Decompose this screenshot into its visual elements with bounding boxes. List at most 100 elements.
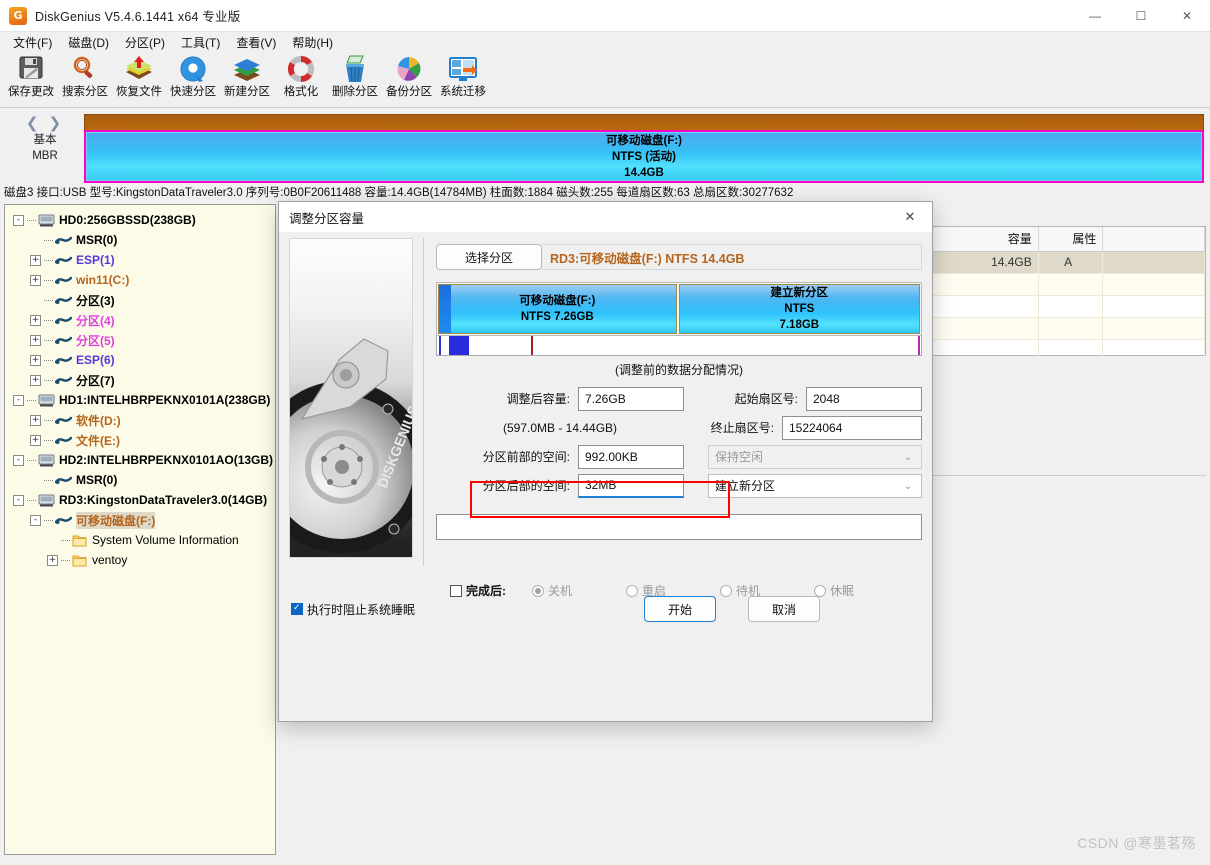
start-sector-input[interactable]: 2048 bbox=[806, 386, 922, 411]
tree-node[interactable]: + 文件(E:) bbox=[5, 430, 275, 450]
window-titlebar: G DiskGenius V5.4.6.1441 x64 专业版 — ☐ ✕ bbox=[0, 0, 1210, 32]
toolbar-backup-partition-button[interactable]: 备份分区 bbox=[382, 52, 436, 104]
tree-collapse-toggle[interactable]: - bbox=[30, 514, 41, 526]
toolbar-save-changes-button[interactable]: 保存更改 bbox=[4, 52, 58, 104]
disk-icon bbox=[38, 454, 59, 467]
checkbox-box bbox=[291, 602, 303, 615]
tree-connector bbox=[44, 259, 53, 261]
tree-toggle-empty bbox=[47, 535, 58, 546]
tree-expand-toggle[interactable]: + bbox=[30, 334, 41, 346]
toolbar-label: 格式化 bbox=[283, 86, 319, 98]
back-space-action-select[interactable]: 建立新分区 ⌄ bbox=[708, 473, 922, 498]
tree-collapse-toggle[interactable]: - bbox=[13, 394, 24, 406]
tree-node[interactable]: + 分区(7) bbox=[5, 370, 275, 390]
distribution-mark-end bbox=[918, 336, 920, 355]
end-sector-input[interactable]: 15224064 bbox=[782, 415, 922, 440]
tree-node[interactable]: - RD3:KingstonDataTraveler3.0(14GB) bbox=[5, 490, 275, 510]
tree-expand-toggle[interactable]: + bbox=[30, 374, 41, 386]
tree-expand-toggle[interactable]: + bbox=[30, 434, 41, 446]
tree-expand-toggle[interactable]: + bbox=[30, 354, 41, 366]
tree-node[interactable]: System Volume Information bbox=[5, 530, 275, 550]
maximize-button[interactable]: ☐ bbox=[1118, 0, 1164, 32]
cell-empty bbox=[1102, 295, 1205, 318]
selected-partition-display: RD3:可移动磁盘(F:) NTFS 14.4GB bbox=[542, 244, 922, 270]
tree-expand-toggle[interactable]: + bbox=[47, 554, 58, 566]
close-button[interactable]: ✕ bbox=[1164, 0, 1210, 32]
tree-node[interactable]: - HD0:256GBSSD(238GB) bbox=[5, 210, 275, 230]
cell-empty bbox=[927, 317, 1039, 340]
tree-node[interactable]: + 分区(4) bbox=[5, 310, 275, 330]
menu-partition[interactable]: 分区(P) bbox=[117, 32, 173, 53]
tree-node[interactable]: MSR(0) bbox=[5, 470, 275, 490]
tree-node[interactable]: + 分区(5) bbox=[5, 330, 275, 350]
start-button[interactable]: 开始 bbox=[644, 596, 716, 622]
select-partition-button[interactable]: 选择分区 bbox=[436, 244, 542, 270]
toolbar-system-migrate-button[interactable]: 系统迁移 bbox=[436, 52, 490, 104]
tree-collapse-toggle[interactable]: - bbox=[13, 214, 24, 226]
keep-awake-label: 执行时阻止系统睡眠 bbox=[307, 602, 416, 617]
cell-empty bbox=[1038, 273, 1104, 296]
front-space-input[interactable]: 992.00KB bbox=[578, 444, 684, 469]
size-range-hint: (597.0MB - 14.44GB) bbox=[502, 420, 618, 435]
disk-map-partition-f[interactable]: 可移动磁盘(F:) NTFS (活动) 14.4GB bbox=[84, 130, 1204, 183]
tree-node[interactable]: + ventoy bbox=[5, 550, 275, 570]
hard-disk-illustration: DISKGENIUS bbox=[289, 238, 413, 558]
tree-node-label: HD0:256GBSSD(238GB) bbox=[59, 213, 196, 227]
tree-node-label: ESP(1) bbox=[76, 253, 115, 267]
menu-tools[interactable]: 工具(T) bbox=[173, 32, 228, 53]
new-size-input[interactable]: 7.26GB bbox=[578, 386, 684, 411]
disk-tree[interactable]: - HD0:256GBSSD(238GB) MSR(0) + ESP(1) + win11(… bbox=[4, 204, 276, 855]
tree-connector bbox=[44, 439, 53, 441]
tree-expand-toggle[interactable]: + bbox=[30, 314, 41, 326]
tree-node[interactable]: 分区(3) bbox=[5, 290, 275, 310]
tree-node[interactable]: + ESP(6) bbox=[5, 350, 275, 370]
tree-expand-toggle[interactable]: + bbox=[30, 254, 41, 266]
partition-segment-existing[interactable]: 可移动磁盘(F:) NTFS 7.26GB bbox=[438, 284, 677, 334]
toolbar-quick-partition-button[interactable]: 快速分区 bbox=[166, 52, 220, 104]
menu-file[interactable]: 文件(F) bbox=[5, 32, 60, 53]
toolbar-recover-files-button[interactable]: 恢复文件 bbox=[112, 52, 166, 104]
partition-icon bbox=[55, 415, 76, 426]
tree-node[interactable]: MSR(0) bbox=[5, 230, 275, 250]
menu-view[interactable]: 查看(V) bbox=[228, 32, 284, 53]
tree-collapse-toggle[interactable]: - bbox=[13, 454, 24, 466]
tree-node-label: ESP(6) bbox=[76, 353, 115, 367]
tree-node-label: ventoy bbox=[92, 553, 128, 567]
tree-collapse-toggle[interactable]: - bbox=[13, 494, 24, 506]
back-space-input[interactable]: 32MB bbox=[578, 473, 684, 498]
col-attr[interactable]: 属性 bbox=[1038, 227, 1104, 252]
cancel-button[interactable]: 取消 bbox=[748, 596, 820, 622]
toolbar-label: 快速分区 bbox=[170, 86, 216, 98]
tree-expand-toggle[interactable]: + bbox=[30, 414, 41, 426]
cell-capacity: 14.4GB bbox=[927, 251, 1039, 274]
toolbar-format-button[interactable]: 格式化 bbox=[274, 52, 328, 104]
tree-node[interactable]: - HD2:INTELHBRPEKNX0101AO(13GB) bbox=[5, 450, 275, 470]
col-capacity[interactable]: 容量 bbox=[927, 227, 1039, 252]
dialog-close-icon[interactable]: ✕ bbox=[888, 202, 932, 232]
tree-node[interactable]: + ESP(1) bbox=[5, 250, 275, 270]
tree-node[interactable]: + win11(C:) bbox=[5, 270, 275, 290]
segment-fs-size: NTFS 7.26GB bbox=[520, 311, 594, 323]
partition-segment-new[interactable]: 建立新分区 NTFS 7.18GB bbox=[678, 284, 920, 334]
tree-node[interactable]: - 可移动磁盘(F:) bbox=[5, 510, 275, 530]
minimize-button[interactable]: — bbox=[1072, 0, 1118, 32]
partition-preview-bar[interactable]: 可移动磁盘(F:) NTFS 7.26GB 建立新分区 NTFS 7.18GB bbox=[436, 282, 922, 336]
toolbar-search-partition-button[interactable]: 搜索分区 bbox=[58, 52, 112, 104]
disk-map: ❮ ❯ 基本 MBR 可移动磁盘(F:) NTFS (活动) 14.4GB bbox=[0, 108, 1210, 184]
toolbar-delete-partition-button[interactable]: 删除分区 bbox=[328, 52, 382, 104]
toolbar-new-partition-button[interactable]: 新建分区 bbox=[220, 52, 274, 104]
radio-shutdown[interactable]: 关机 bbox=[532, 582, 626, 599]
after-complete-checkbox[interactable]: 完成后: bbox=[450, 582, 506, 599]
tree-connector bbox=[61, 559, 70, 561]
menu-help[interactable]: 帮助(H) bbox=[284, 32, 341, 53]
tree-node[interactable]: - HD1:INTELHBRPEKNX0101A(238GB) bbox=[5, 390, 275, 410]
keep-awake-checkbox[interactable]: 执行时阻止系统睡眠 bbox=[291, 601, 415, 618]
disk-map-nav-arrows[interactable]: ❮ ❯ bbox=[26, 116, 64, 132]
distribution-mark-start bbox=[439, 336, 441, 355]
resize-partition-dialog: 调整分区容量 ✕ DISKGENIUS 选择分区 RD3:可移动磁盘(F:) N… bbox=[278, 201, 933, 722]
radio-dot bbox=[532, 584, 544, 597]
tree-expand-toggle[interactable]: + bbox=[30, 274, 41, 286]
menu-disk[interactable]: 磁盘(D) bbox=[60, 32, 117, 53]
front-space-action-select[interactable]: 保持空闲 ⌄ bbox=[708, 444, 922, 469]
tree-node[interactable]: + 软件(D:) bbox=[5, 410, 275, 430]
